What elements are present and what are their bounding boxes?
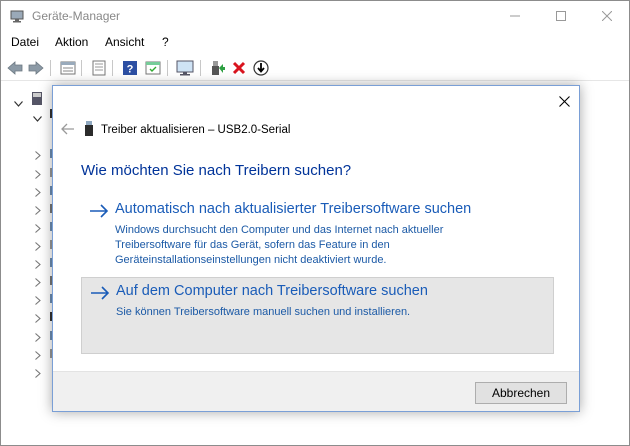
properties-icon[interactable] bbox=[59, 59, 77, 77]
monitor-scan-icon[interactable] bbox=[176, 59, 194, 77]
forward-icon[interactable] bbox=[27, 59, 45, 77]
menu-help[interactable]: ? bbox=[162, 35, 169, 49]
chevron-down-icon[interactable] bbox=[14, 96, 23, 110]
maximize-button[interactable] bbox=[538, 1, 584, 31]
action-icon[interactable] bbox=[144, 59, 162, 77]
uninstall-icon[interactable] bbox=[230, 59, 248, 77]
chevron-right-icon[interactable] bbox=[35, 149, 43, 160]
toolbar: ? bbox=[1, 55, 629, 81]
help-icon[interactable]: ? bbox=[121, 59, 139, 77]
chevron-right-icon[interactable] bbox=[35, 331, 43, 342]
chevron-right-icon[interactable] bbox=[35, 276, 43, 287]
dialog-heading: Wie möchten Sie nach Treibern suchen? bbox=[81, 162, 352, 179]
menu-datei[interactable]: Datei bbox=[11, 35, 39, 49]
auto-search-title: Automatisch nach aktualisierter Treibers… bbox=[115, 201, 472, 217]
chevron-right-icon[interactable] bbox=[35, 294, 43, 305]
dialog-footer: Abbrechen bbox=[53, 371, 579, 411]
chevron-right-icon[interactable] bbox=[35, 312, 43, 323]
title-bar: Geräte-Manager bbox=[1, 1, 629, 31]
auto-search-option[interactable]: Automatisch nach aktualisierter Treibers… bbox=[81, 196, 554, 272]
update-driver-dialog: Treiber aktualisieren – USB2.0-Serial Wi… bbox=[52, 85, 580, 412]
manual-search-description: Sie können Treibersoftware manuell suche… bbox=[116, 306, 411, 318]
chevron-right-icon[interactable] bbox=[35, 349, 43, 360]
close-icon bbox=[558, 95, 570, 107]
chevron-right-icon[interactable] bbox=[35, 204, 43, 215]
chevron-right-icon[interactable] bbox=[35, 222, 43, 233]
toolbar-separator bbox=[50, 60, 51, 76]
chevron-down-icon[interactable] bbox=[33, 111, 42, 122]
close-button[interactable] bbox=[584, 1, 630, 31]
svg-text:?: ? bbox=[127, 64, 134, 76]
chevron-right-icon[interactable] bbox=[35, 240, 43, 251]
device-manager-app-icon bbox=[10, 9, 24, 23]
toolbar-separator bbox=[81, 60, 82, 76]
menu-bar: Datei Aktion Ansicht ? bbox=[1, 32, 629, 54]
chevron-right-icon[interactable] bbox=[35, 168, 43, 179]
arrow-right-icon bbox=[90, 286, 110, 300]
window-title: Geräte-Manager bbox=[32, 9, 121, 23]
arrow-right-icon bbox=[89, 204, 109, 218]
dialog-title: Treiber aktualisieren – USB2.0-Serial bbox=[101, 124, 291, 136]
toolbar-separator bbox=[167, 60, 168, 76]
back-arrow-icon[interactable] bbox=[61, 123, 75, 135]
view-icon[interactable] bbox=[90, 59, 108, 77]
dialog-close-button[interactable] bbox=[553, 91, 575, 111]
usb-device-icon bbox=[85, 121, 93, 136]
menu-aktion[interactable]: Aktion bbox=[55, 35, 88, 49]
chevron-right-icon[interactable] bbox=[35, 186, 43, 197]
auto-search-description: Windows durchsucht den Computer und das … bbox=[115, 224, 444, 266]
manual-search-option[interactable]: Auf dem Computer nach Treibersoftware su… bbox=[81, 277, 554, 354]
menu-ansicht[interactable]: Ansicht bbox=[105, 35, 144, 49]
cancel-button[interactable]: Abbrechen bbox=[475, 382, 567, 404]
chevron-right-icon[interactable] bbox=[35, 258, 43, 269]
chevron-right-icon[interactable] bbox=[35, 367, 43, 378]
disable-icon[interactable] bbox=[252, 59, 270, 77]
toolbar-separator bbox=[112, 60, 113, 76]
toolbar-separator bbox=[200, 60, 201, 76]
computer-icon bbox=[32, 92, 42, 105]
manual-search-title: Auf dem Computer nach Treibersoftware su… bbox=[116, 283, 428, 299]
update-driver-icon[interactable] bbox=[208, 59, 226, 77]
minimize-button[interactable] bbox=[492, 1, 538, 31]
back-icon[interactable] bbox=[6, 59, 24, 77]
